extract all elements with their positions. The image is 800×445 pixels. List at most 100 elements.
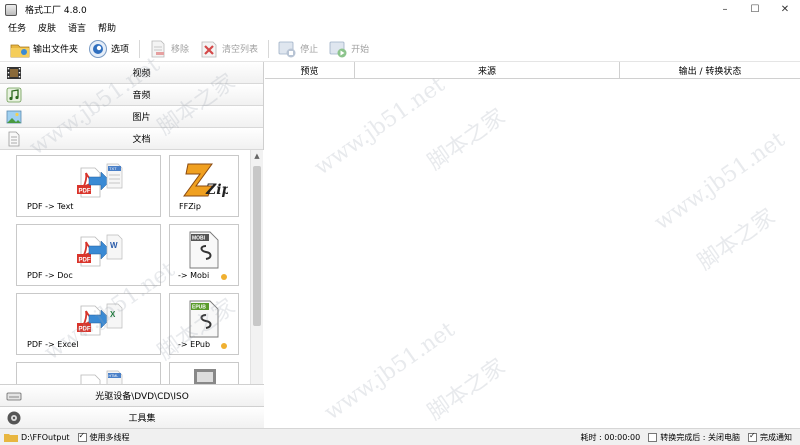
pdf-to-excel-icon: PDF X	[77, 303, 123, 336]
new-badge-dot	[221, 274, 227, 280]
picture-icon	[6, 109, 22, 125]
tool-card-label: FFZip	[179, 202, 201, 211]
menu-skin[interactable]: 皮肤	[38, 21, 56, 34]
toolbar-separator	[139, 39, 141, 58]
left-panel: 视频 音频 图片 文档 PDF TXT PDF -> Text Zi FFZip…	[0, 62, 264, 445]
window-title: 格式工厂 4.8.0	[25, 6, 87, 16]
clear-list-button[interactable]: 清空列表	[199, 38, 258, 60]
output-folder-label: 输出文件夹	[33, 45, 79, 55]
svg-text:W: W	[110, 241, 118, 250]
tool-card-pdf-to-text[interactable]: PDF TXT PDF -> Text	[16, 155, 161, 217]
pdf-to-text-icon: PDF TXT	[77, 163, 123, 198]
start-button[interactable]: 开始	[328, 38, 369, 60]
disc-drive-icon	[6, 388, 22, 404]
category-disc-label: 光驱设备\DVD\CD\ISO	[95, 392, 189, 402]
category-document[interactable]: 文档	[0, 128, 263, 150]
tool-card-label: PDF -> Excel	[27, 340, 79, 349]
column-output-status[interactable]: 输出 / 转换状态	[620, 62, 800, 78]
category-tools[interactable]: 工具集	[0, 406, 264, 428]
minimize-button[interactable]: –	[710, 0, 740, 19]
task-table-header: 预览 来源 输出 / 转换状态	[265, 62, 800, 79]
status-bar: D:\FFOutput 使用多线程 耗时 : 00:00:00 转换完成后 : …	[0, 428, 800, 445]
menu-help[interactable]: 帮助	[98, 21, 116, 34]
tool-card-pdf-to-excel[interactable]: PDF X PDF -> Excel	[16, 293, 161, 355]
close-button[interactable]: ✕	[770, 0, 800, 19]
stop-icon	[277, 39, 297, 59]
start-icon	[328, 39, 348, 59]
column-preview[interactable]: 预览	[265, 62, 355, 78]
after-done-option[interactable]: 转换完成后 : 关闭电脑	[648, 432, 740, 443]
multithread-label: 使用多线程	[89, 432, 130, 442]
category-video[interactable]: 视频	[0, 62, 263, 84]
toolbar-separator	[268, 39, 270, 58]
tool-card-pdf-to-doc[interactable]: PDF W PDF -> Doc	[16, 224, 161, 286]
multithread-checkbox[interactable]	[77, 431, 87, 442]
options-label: 选项	[111, 45, 130, 55]
svg-text:HTML: HTML	[109, 374, 119, 378]
folder-icon	[10, 39, 30, 59]
tool-card-label: -> EPub	[178, 340, 211, 349]
title-bar: 格式工厂 4.8.0 – ☐ ✕	[0, 0, 800, 19]
document-icon	[6, 131, 22, 147]
category-document-label: 文档	[132, 135, 151, 145]
film-icon	[6, 65, 22, 81]
elapsed-time: 耗时 : 00:00:00	[580, 432, 641, 442]
after-done-checkbox[interactable]	[648, 432, 658, 442]
notify-label: 完成通知	[760, 432, 792, 442]
tool-card-mobi[interactable]: MOBI -> Mobi	[169, 224, 239, 286]
maximize-button[interactable]: ☐	[740, 0, 770, 19]
category-tools-label: 工具集	[128, 414, 156, 424]
remove-label: 移除	[171, 45, 190, 55]
app-icon	[5, 3, 17, 16]
notify-checkbox[interactable]	[748, 431, 757, 442]
category-audio[interactable]: 音频	[0, 84, 263, 106]
category-audio-label: 音频	[132, 91, 151, 101]
category-image[interactable]: 图片	[0, 106, 263, 128]
tool-card-epub[interactable]: EPUB -> EPub	[169, 293, 239, 355]
output-folder-status[interactable]: D:\FFOutput	[4, 432, 70, 442]
tool-card-label: PDF -> Doc	[27, 271, 73, 280]
tool-card-label: -> Mobi	[178, 271, 210, 280]
category-image-label: 图片	[132, 113, 151, 123]
svg-text:X: X	[110, 310, 116, 319]
svg-text:Zip: Zip	[205, 182, 228, 198]
task-list-panel: 预览 来源 输出 / 转换状态	[265, 62, 800, 428]
stop-button[interactable]: 停止	[277, 38, 318, 60]
clear-x-icon	[199, 39, 219, 59]
music-note-icon	[6, 87, 22, 103]
pdf-to-doc-icon: PDF W	[77, 234, 123, 267]
category-disc[interactable]: 光驱设备\DVD\CD\ISO	[0, 384, 264, 406]
tool-card-label: PDF -> Text	[27, 202, 74, 211]
zip-icon: Zip	[183, 163, 228, 198]
column-source[interactable]: 来源	[355, 62, 620, 78]
svg-text:EPUB: EPUB	[192, 305, 206, 311]
scrollbar-thumb[interactable]	[253, 166, 261, 326]
start-label: 开始	[351, 45, 370, 55]
stop-label: 停止	[300, 45, 319, 55]
after-done-label: 转换完成后 : 关闭电脑	[660, 432, 740, 442]
toolbox-icon	[6, 410, 22, 426]
tool-card-ffzip[interactable]: Zip FFZip	[169, 155, 239, 217]
svg-text:MOBI: MOBI	[192, 236, 206, 242]
mobi-file-icon: MOBI	[189, 231, 219, 269]
svg-text:PDF: PDF	[79, 188, 91, 194]
folder-icon	[4, 432, 18, 442]
menu-task[interactable]: 任务	[8, 21, 26, 34]
menu-bar: 任务 皮肤 语言 帮助	[0, 19, 800, 36]
multithread-option[interactable]: 使用多线程	[77, 431, 130, 443]
remove-button[interactable]: 移除	[148, 38, 189, 60]
output-folder-button[interactable]: 输出文件夹	[10, 38, 78, 60]
options-button[interactable]: 选项	[88, 38, 129, 60]
category-video-label: 视频	[132, 69, 151, 79]
new-badge-dot	[221, 343, 227, 349]
svg-text:PDF: PDF	[79, 257, 91, 263]
clear-list-label: 清空列表	[222, 45, 259, 55]
svg-text:PDF: PDF	[79, 326, 91, 332]
document-remove-icon	[148, 39, 168, 59]
options-icon	[88, 39, 108, 59]
svg-text:TXT: TXT	[109, 166, 117, 171]
scroll-up-arrow-icon[interactable]: ▲	[251, 150, 263, 162]
menu-language[interactable]: 语言	[68, 21, 86, 34]
notify-option[interactable]: 完成通知	[748, 431, 792, 443]
output-path: D:\FFOutput	[21, 432, 70, 442]
